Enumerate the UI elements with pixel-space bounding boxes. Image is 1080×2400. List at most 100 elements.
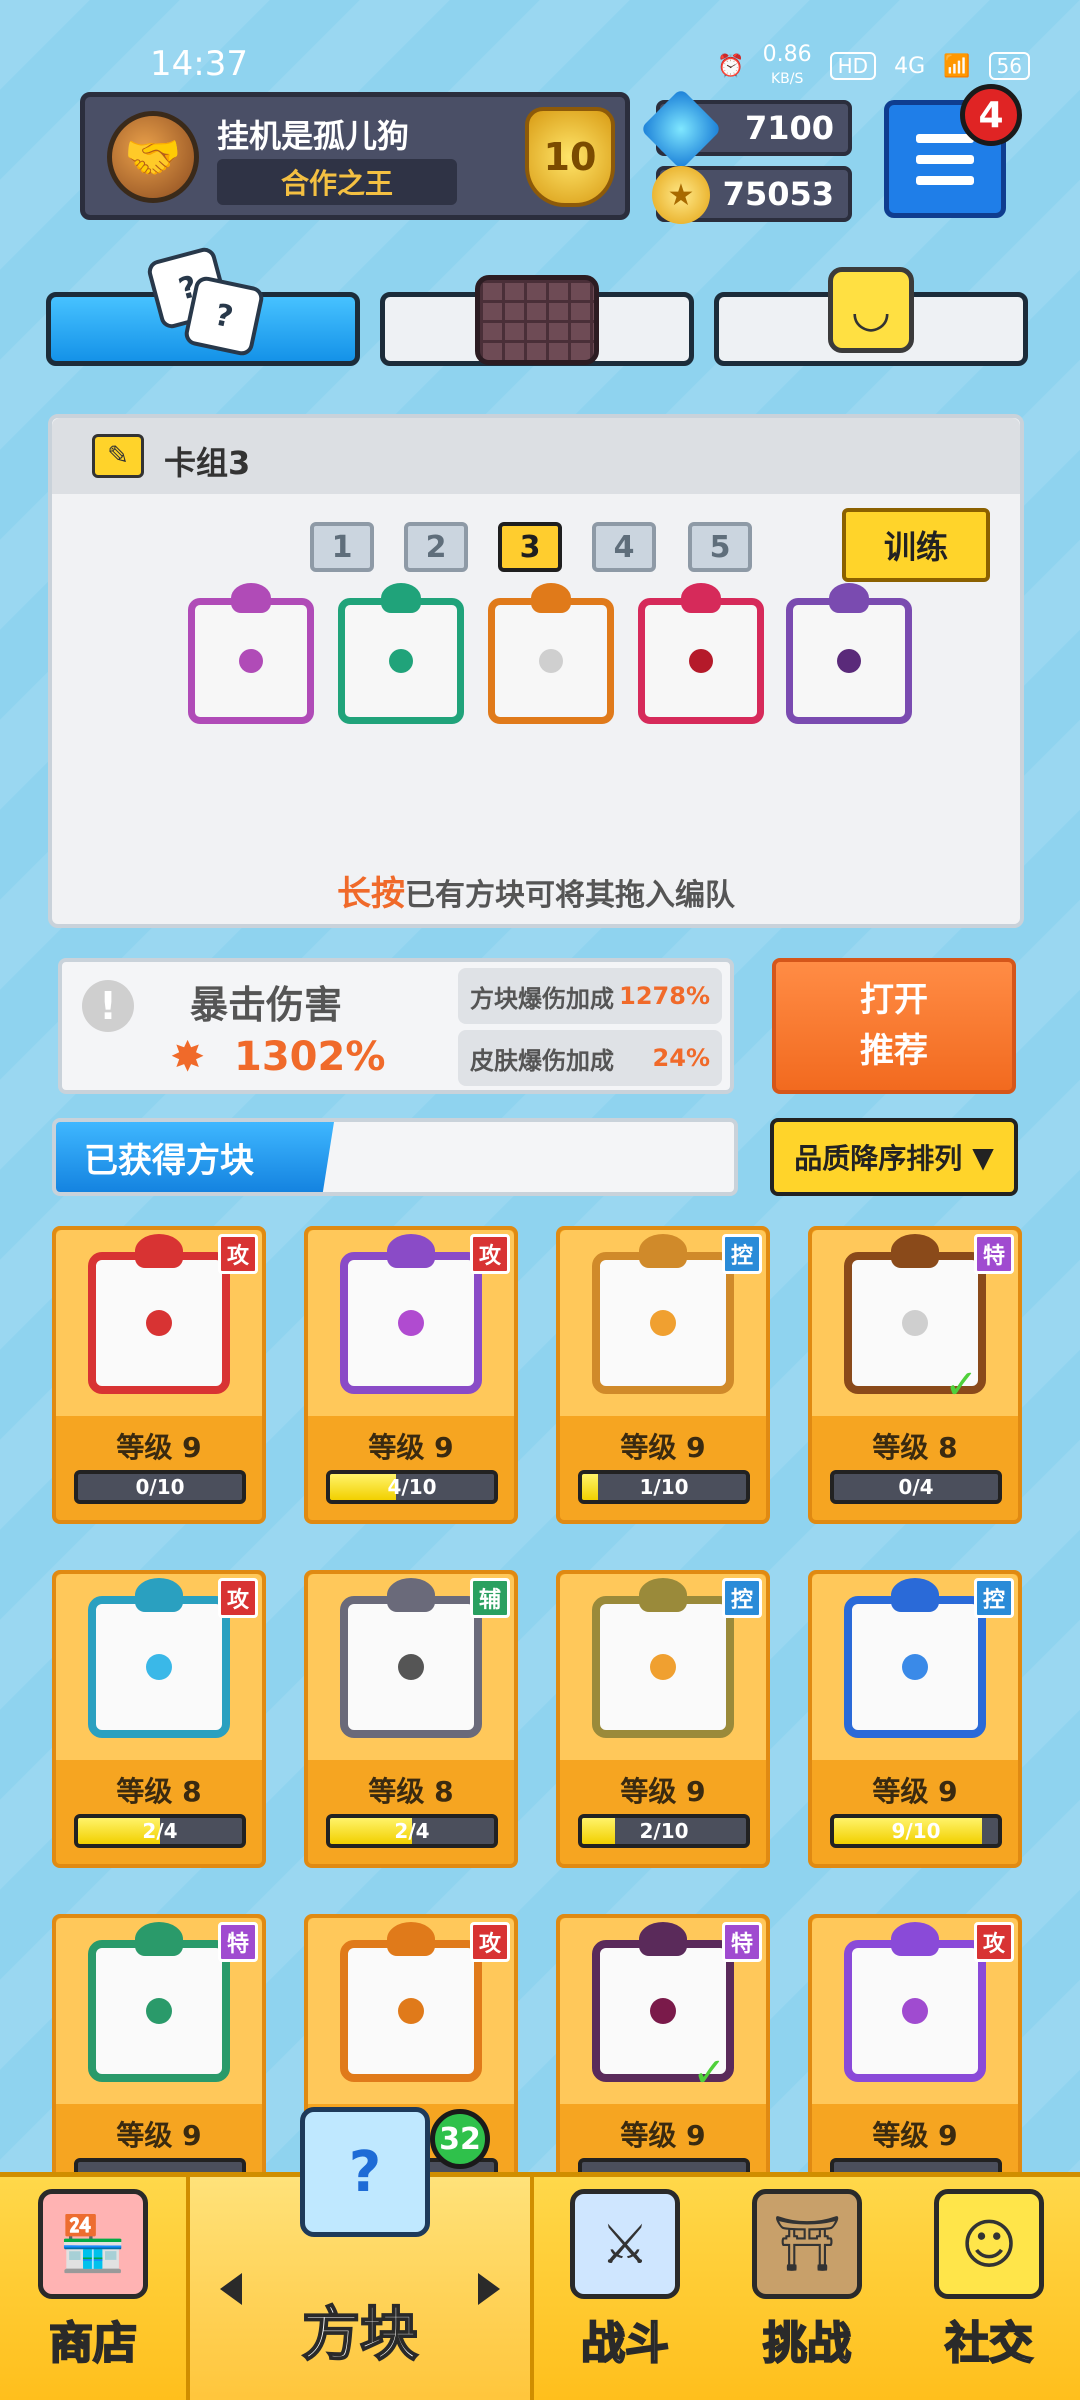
pencil-edit-icon[interactable]: ✎	[92, 434, 144, 478]
gem-amount: 7100	[744, 109, 834, 147]
block-card[interactable]: 攻等级 8 2/4	[52, 1570, 266, 1868]
tab-skin[interactable]: ◡	[714, 267, 1028, 366]
card-type-tag: 特	[974, 1234, 1014, 1274]
menu-icon	[916, 133, 974, 143]
open-recommend-button[interactable]: 打开 推荐	[772, 958, 1016, 1094]
dragon-crest-icon	[135, 1234, 183, 1268]
sword-shield-icon: ⚔	[570, 2189, 680, 2299]
dragon-crest-icon	[639, 1578, 687, 1612]
equipped-check-icon: ✓	[944, 1362, 978, 1408]
deck-slot[interactable]	[786, 583, 912, 724]
crit-stat-value: 1278%	[619, 982, 710, 1010]
nav-blocks-label: 方块	[301, 2299, 419, 2369]
smiley-block-icon: ◡	[828, 267, 914, 353]
player-name: 挂机是孤儿狗	[217, 117, 410, 155]
net-speed: 0.86 KB/S	[762, 42, 812, 87]
deck-title: 卡组3	[164, 444, 251, 482]
mystery-block-icon: ?	[300, 2107, 430, 2237]
tab-dice[interactable]: ? ?	[46, 245, 360, 366]
nav-blocks[interactable]: ? 32 方块	[186, 2107, 534, 2400]
deck-slot[interactable]	[338, 583, 464, 724]
deck-number-1[interactable]: 1	[310, 522, 374, 572]
block-art	[340, 1922, 482, 2082]
card-progress-bar: 4/10	[326, 1470, 498, 1504]
nav-challenge[interactable]: ⛩ 挑战	[716, 2177, 898, 2400]
block-art	[340, 1234, 482, 1394]
crit-value: 1302%	[234, 1034, 386, 1080]
card-art-area: 攻	[56, 1574, 262, 1760]
block-card[interactable]: 特 ✓ 等级 9	[556, 1914, 770, 2212]
block-art	[592, 1234, 734, 1394]
block-card[interactable]: 攻等级 9 0/10	[52, 1226, 266, 1524]
coin-icon: ★	[652, 166, 710, 224]
network-label: 4G	[894, 53, 926, 79]
dragon-crest-icon	[531, 583, 571, 613]
info-icon[interactable]: !	[82, 980, 134, 1032]
card-level: 等级 9	[872, 2119, 958, 2152]
block-card[interactable]: 特 ✓ 等级 8 0/4	[808, 1226, 1022, 1524]
card-level: 等级 9	[116, 2119, 202, 2152]
crit-title: 暴击伤害	[190, 983, 343, 1027]
deck-slot[interactable]	[488, 583, 614, 724]
block-card[interactable]: 控等级 9 1/10	[556, 1226, 770, 1524]
deck-slot[interactable]	[188, 583, 314, 724]
hint-highlight: 长按	[337, 874, 405, 914]
card-level: 等级 9	[620, 1431, 706, 1464]
deck-number-4[interactable]: 4	[592, 522, 656, 572]
block-art	[340, 1578, 482, 1738]
hint-body: 已有方块可将其拖入编队	[405, 878, 735, 913]
card-art-area: 攻	[812, 1918, 1018, 2104]
gem-counter[interactable]: 7100	[639, 87, 852, 171]
gem-icon	[639, 87, 723, 171]
block-card[interactable]: 控等级 9 2/10	[556, 1570, 770, 1868]
sort-label: 品质降序排列	[794, 1142, 963, 1175]
block-core-icon	[398, 1998, 424, 2024]
card-progress-text: 2/4	[394, 1819, 430, 1843]
deck-number-2[interactable]: 2	[404, 522, 468, 572]
block-card[interactable]: 特等级 9	[52, 1914, 266, 2212]
tab-board[interactable]	[380, 275, 694, 366]
block-card[interactable]: 攻等级 9	[808, 1914, 1022, 2212]
nav-battle[interactable]: ⚔ 战斗	[534, 2177, 716, 2400]
dragon-crest-icon	[829, 583, 869, 613]
card-art-area: 控	[560, 1574, 766, 1760]
coin-counter[interactable]: ★ 75053	[652, 166, 852, 224]
hd-badge: HD	[829, 52, 877, 80]
chevron-down-icon: ▼	[972, 1140, 994, 1174]
block-core-icon	[239, 649, 263, 673]
status-time: 14:37	[150, 44, 248, 84]
card-progress-text: 0/10	[135, 1475, 185, 1499]
block-card[interactable]: 辅等级 8 2/4	[304, 1570, 518, 1868]
deck-number-3[interactable]: 3	[498, 522, 562, 572]
grid-board-icon	[475, 275, 599, 365]
card-art-area: 攻	[308, 1230, 514, 1416]
block-core-icon	[398, 1310, 424, 1336]
block-card[interactable]: 攻等级 9 4/10	[304, 1226, 518, 1524]
nav-shop[interactable]: 🏪 商店	[0, 2177, 186, 2400]
card-progress-text: 4/10	[387, 1475, 437, 1499]
nav-social[interactable]: ☺ 社交	[898, 2177, 1080, 2400]
block-card[interactable]: 控等级 9 9/10	[808, 1570, 1022, 1868]
nav-battle-label: 战斗	[580, 2317, 670, 2370]
profile-card[interactable]: 🤝 挂机是孤儿狗 合作之王 10	[80, 92, 630, 220]
dragon-crest-icon	[387, 1578, 435, 1612]
card-progress-bar: 9/10	[830, 1814, 1002, 1848]
card-level: 等级 9	[620, 2119, 706, 2152]
dragon-crest-icon	[135, 1578, 183, 1612]
deck-panel: ✎ 卡组3 12345 训练 长按已有方块可将其拖入编队	[48, 414, 1024, 928]
block-core-icon	[389, 649, 413, 673]
dice-icon: ? ?	[143, 245, 266, 358]
card-level: 等级 8	[116, 1775, 202, 1808]
block-core-icon	[650, 1998, 676, 2024]
deck-slot[interactable]	[638, 583, 764, 724]
arrow-left-icon[interactable]	[220, 2273, 242, 2305]
bottom-nav: 🏪 商店 ? 32 方块 ⚔ 战斗 ⛩ 挑战 ☺ 社交	[0, 2107, 1080, 2400]
card-progress-text: 0/4	[898, 1475, 934, 1499]
train-button[interactable]: 训练	[842, 508, 990, 582]
arrow-right-icon[interactable]	[478, 2273, 500, 2305]
sort-dropdown[interactable]: 品质降序排列 ▼	[770, 1118, 1018, 1196]
nav-shop-label: 商店	[48, 2317, 138, 2370]
dragon-crest-icon	[135, 1922, 183, 1956]
deck-number-5[interactable]: 5	[688, 522, 752, 572]
card-progress-bar: 2/10	[578, 1814, 750, 1848]
